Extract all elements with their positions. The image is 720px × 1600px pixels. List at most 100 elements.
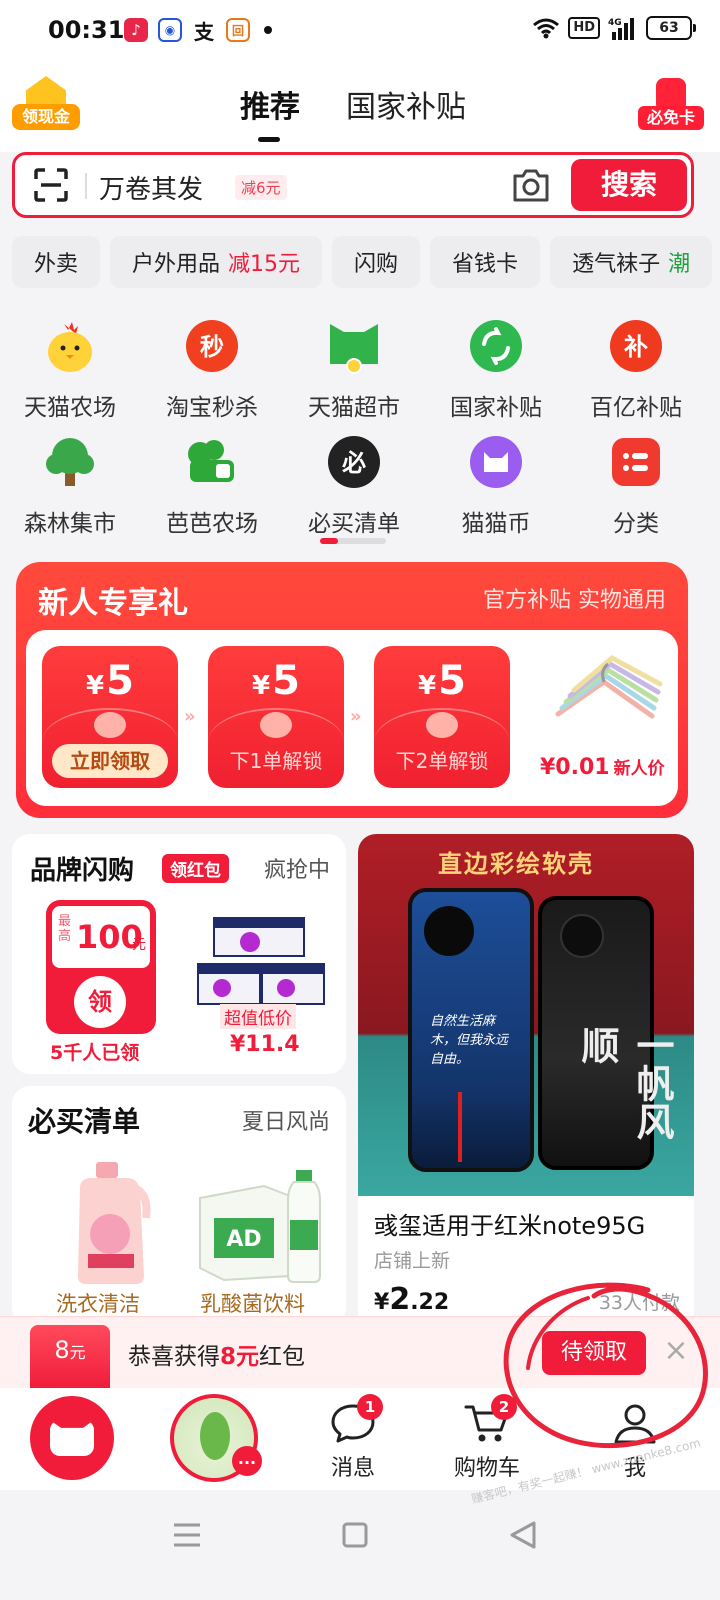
tree-icon xyxy=(46,438,94,486)
brand-flash-card[interactable]: 品牌闪购 领红包 疯抢中 最高 100 元 领 5千人已领 超值低价 ¥11.4 xyxy=(12,834,346,1074)
detergent-product-image[interactable] xyxy=(66,1158,156,1288)
billion-subsidy-icon: 补 xyxy=(610,320,662,372)
envelope-seal-icon xyxy=(260,712,292,738)
grid-label: 芭芭农场 xyxy=(166,511,258,537)
status-bar: 00:31 ♪ ◉ 支 回 HD 4G 63 xyxy=(0,0,720,62)
grid-item-national-subsidy[interactable]: 国家补贴 xyxy=(426,318,566,422)
chip-label: 外卖 xyxy=(34,252,79,277)
cat-coin-icon xyxy=(470,436,522,488)
grid-item-must-buy-list[interactable]: 必 必买清单 xyxy=(284,434,424,538)
must-buy-item-label: 乳酸菌饮料 xyxy=(200,1292,305,1316)
brand-product-price: ¥11.4 xyxy=(230,1032,300,1057)
tab-label: 消息 xyxy=(330,1456,375,1481)
phone-case-product-image[interactable]: 直边彩绘软壳 自然生活麻木，但我永远自由。 一帆风顺 xyxy=(358,834,694,1196)
farm-icon xyxy=(188,440,234,482)
top-header: 领现金 推荐 国家补贴 必免卡 xyxy=(0,62,720,152)
search-discount-badge: 减6元 xyxy=(235,175,287,200)
grid-pager-indicator xyxy=(320,538,386,544)
brand-flash-status: 疯抢中 xyxy=(263,858,330,883)
avatar[interactable]: ... xyxy=(170,1394,262,1482)
me-icon-wrap xyxy=(611,1402,659,1444)
grid-item-tmall-supermarket[interactable]: 天猫超市 xyxy=(284,318,424,422)
music-app-icon: ♪ xyxy=(124,18,148,42)
menu-icon[interactable] xyxy=(162,1510,212,1560)
grid-item-billion-subsidy[interactable]: 补 百亿补贴 xyxy=(566,318,706,422)
claim-coupon-button[interactable]: 领 xyxy=(74,976,126,1028)
sanitary-pads-product-image[interactable] xyxy=(194,914,328,1010)
grid-item-taobao-flash-sale[interactable]: 秒 淘宝秒杀 xyxy=(142,318,282,422)
envelope-amount: ¥5 xyxy=(252,658,300,704)
must-buy-card[interactable]: 必买清单 夏日风尚 AD 洗衣清洁 乳酸菌饮料 xyxy=(12,1086,346,1326)
product-banner-text: 直边彩绘软壳 xyxy=(438,850,594,878)
new-user-gift-card[interactable]: 新人专享礼 官方补贴 实物通用 ¥5 立即领取 » ¥5 下1单解锁 » ¥5 … xyxy=(16,562,688,818)
baidu-icon: ◉ xyxy=(158,18,182,42)
grid-label: 天猫农场 xyxy=(24,395,116,421)
svg-text:补: 补 xyxy=(624,333,648,361)
chip-savings-card[interactable]: 省钱卡 xyxy=(430,236,541,288)
claim-now-button[interactable]: 立即领取 xyxy=(52,744,168,778)
search-input[interactable]: 万卷其发 xyxy=(99,169,203,206)
tab-home[interactable] xyxy=(30,1396,114,1480)
grid-item-category[interactable]: 分类 xyxy=(566,434,706,538)
back-icon[interactable] xyxy=(498,1510,548,1560)
svg-text:4G: 4G xyxy=(608,18,622,28)
tab-cart[interactable]: 2 购物车 xyxy=(442,1394,532,1482)
chip-takeout[interactable]: 外卖 xyxy=(12,236,101,288)
coupon-badge: 8元 xyxy=(30,1325,110,1389)
grid-item-tmall-farm[interactable]: 天猫农场 xyxy=(0,318,140,422)
phone-case-black: 一帆风顺 xyxy=(538,896,674,1170)
chip-socks[interactable]: 透气袜子潮 xyxy=(550,236,713,288)
get-cash-button[interactable]: 领现金 xyxy=(12,76,80,134)
chip-flash-buy[interactable]: 闪购 xyxy=(332,236,421,288)
subsidy-icon xyxy=(470,320,522,372)
scan-icon[interactable] xyxy=(33,167,69,203)
chip-outdoor[interactable]: 户外用品 减15元 xyxy=(110,236,323,288)
red-envelope-1[interactable]: ¥5 立即领取 xyxy=(42,646,178,788)
search-bar[interactable]: 万卷其发 减6元 搜索 xyxy=(12,152,694,218)
messages-badge: 1 xyxy=(357,1394,383,1420)
red-envelope-3[interactable]: ¥5 下2单解锁 xyxy=(374,646,510,788)
free-card-button[interactable]: 必免卡 xyxy=(638,78,704,134)
product-card[interactable]: 直边彩绘软壳 自然生活麻木，但我永远自由。 一帆风顺 彧玺适用于红米note95… xyxy=(358,834,694,1334)
home-icon[interactable] xyxy=(330,1510,380,1560)
grid-label: 猫猫币 xyxy=(461,511,531,537)
hanger-product-image[interactable] xyxy=(548,644,664,744)
bean-mascot-icon xyxy=(200,1412,230,1460)
grid-item-baba-farm[interactable]: 芭芭农场 xyxy=(142,434,282,538)
close-icon[interactable]: × xyxy=(660,1335,692,1367)
chevron-right-icon: » xyxy=(184,706,195,727)
camera-icon[interactable] xyxy=(511,166,551,204)
tab-national-subsidy[interactable]: 国家补贴 xyxy=(346,82,466,126)
coupon-unit: 元 xyxy=(132,937,146,953)
product-title: 彧玺适用于红米note95G xyxy=(374,1212,646,1240)
grid-item-forest-market[interactable]: 森林集市 xyxy=(0,434,140,538)
get-cash-label: 领现金 xyxy=(12,104,80,130)
system-navigation-bar xyxy=(0,1490,720,1600)
coupon-100[interactable]: 最高 100 元 领 xyxy=(46,900,156,1034)
flash-sale-icon: 秒 xyxy=(186,320,238,372)
grid-label: 百亿补贴 xyxy=(590,395,682,421)
coupon-notification-bar[interactable]: 8元 恭喜获得8元红包 待领取 × xyxy=(0,1316,720,1389)
chip-label: 闪购 xyxy=(354,252,399,277)
chip-label: 透气袜子 xyxy=(572,252,661,277)
pending-claim-button[interactable]: 待领取 xyxy=(542,1331,646,1375)
grid-item-cat-coin[interactable]: 猫猫币 xyxy=(426,434,566,538)
tower-graphic xyxy=(458,1092,462,1162)
search-button[interactable]: 搜索 xyxy=(571,159,687,211)
envelope-amount: ¥5 xyxy=(418,658,466,704)
must-buy-subtitle: 夏日风尚 xyxy=(241,1110,330,1135)
tab-messages[interactable]: 1 消息 xyxy=(308,1394,398,1482)
new-user-rewards: ¥5 立即领取 » ¥5 下1单解锁 » ¥5 下2单解锁 ¥0.01 新人价 xyxy=(26,630,678,806)
new-user-title: 新人专享礼 xyxy=(38,586,188,621)
lactic-drink-product-image[interactable]: AD xyxy=(194,1168,326,1284)
must-buy-icon: 必 xyxy=(328,436,380,488)
hd-icon: HD xyxy=(568,17,600,39)
chip-highlight: 减15元 xyxy=(228,252,301,277)
signal-icon: 4G xyxy=(608,18,634,40)
battery-icon: 63 xyxy=(646,16,696,40)
red-envelope-2[interactable]: ¥5 下1单解锁 xyxy=(208,646,344,788)
top-tabs: 推荐 国家补贴 xyxy=(240,82,466,142)
tab-recommend[interactable]: 推荐 xyxy=(240,82,300,142)
message-icon-wrap: 1 xyxy=(329,1394,383,1444)
svg-text:必: 必 xyxy=(342,449,366,477)
